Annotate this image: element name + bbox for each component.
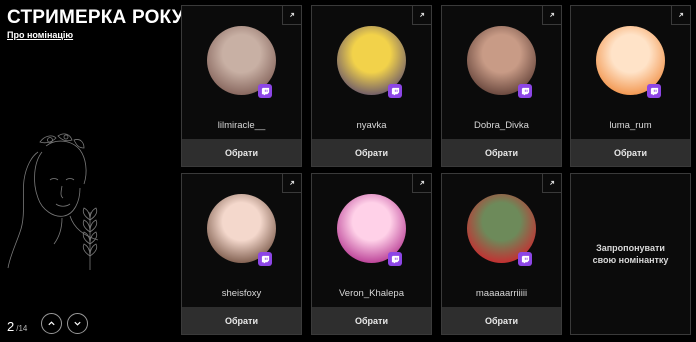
page-total: /14	[16, 323, 28, 333]
choose-button[interactable]: Обрати	[182, 307, 301, 334]
external-link-icon	[550, 180, 555, 185]
twitch-icon	[258, 252, 272, 266]
suggest-nominee-card[interactable]: Запропонувати свою номінантку	[570, 173, 691, 335]
suggest-line-2: свою номінантку	[592, 255, 669, 265]
twitch-icon	[388, 252, 402, 266]
page-title: СТРИМЕРКА РОКУ	[7, 7, 184, 28]
choose-button[interactable]: Обрати	[442, 139, 561, 166]
choose-button[interactable]: Обрати	[442, 307, 561, 334]
twitch-icon	[518, 84, 532, 98]
page-current: 2	[7, 318, 15, 334]
nominee-name: lilmiracle__	[217, 120, 266, 131]
external-link-icon	[420, 180, 425, 185]
about-nomination-link[interactable]: Про номінацію	[7, 30, 73, 40]
open-profile-button[interactable]	[412, 5, 432, 25]
open-profile-button[interactable]	[282, 173, 302, 193]
suggest-nominee-label: Запропонувати свою номінантку	[586, 242, 676, 266]
external-link-icon	[290, 180, 295, 185]
external-link-icon	[290, 12, 295, 17]
nominee-card: luma_rum Обрати	[570, 5, 691, 167]
twitch-icon	[518, 252, 532, 266]
chevron-up-icon	[48, 321, 55, 326]
chevron-down-icon	[74, 321, 81, 326]
choose-button[interactable]: Обрати	[312, 139, 431, 166]
nominee-card: nyavka Обрати	[311, 5, 432, 167]
open-profile-button[interactable]	[542, 173, 562, 193]
open-profile-button[interactable]	[412, 173, 432, 193]
nominee-name: nyavka	[356, 120, 387, 131]
choose-button[interactable]: Обрати	[182, 139, 301, 166]
nominee-name: Dobra_Divka	[474, 120, 529, 131]
nominee-card: Veron_Khalepa Обрати	[311, 173, 432, 335]
nominee-card: lilmiracle__ Обрати	[181, 5, 302, 167]
external-link-icon	[420, 12, 425, 17]
suggest-line-1: Запропонувати	[596, 242, 665, 253]
external-link-icon	[679, 12, 684, 17]
twitch-icon	[258, 84, 272, 98]
nominee-name: sheisfoxy	[221, 288, 262, 299]
nominee-name: Veron_Khalepa	[339, 288, 404, 299]
decorative-woman-illustration	[7, 133, 99, 270]
prev-page-button[interactable]	[41, 313, 62, 334]
page-counter: 2 /14	[7, 316, 27, 336]
twitch-icon	[647, 84, 661, 98]
nominee-card: Dobra_Divka Обрати	[441, 5, 562, 167]
nominee-name: luma_rum	[609, 120, 652, 131]
external-link-icon	[550, 12, 555, 17]
open-profile-button[interactable]	[671, 5, 691, 25]
next-page-button[interactable]	[67, 313, 88, 334]
choose-button[interactable]: Обрати	[312, 307, 431, 334]
twitch-icon	[388, 84, 402, 98]
open-profile-button[interactable]	[542, 5, 562, 25]
nominee-card: sheisfoxy Обрати	[181, 173, 302, 335]
choose-button[interactable]: Обрати	[571, 139, 690, 166]
nominee-card: maaaaarriiiii Обрати	[441, 173, 562, 335]
nominee-name: maaaaarriiiii	[475, 288, 528, 299]
open-profile-button[interactable]	[282, 5, 302, 25]
